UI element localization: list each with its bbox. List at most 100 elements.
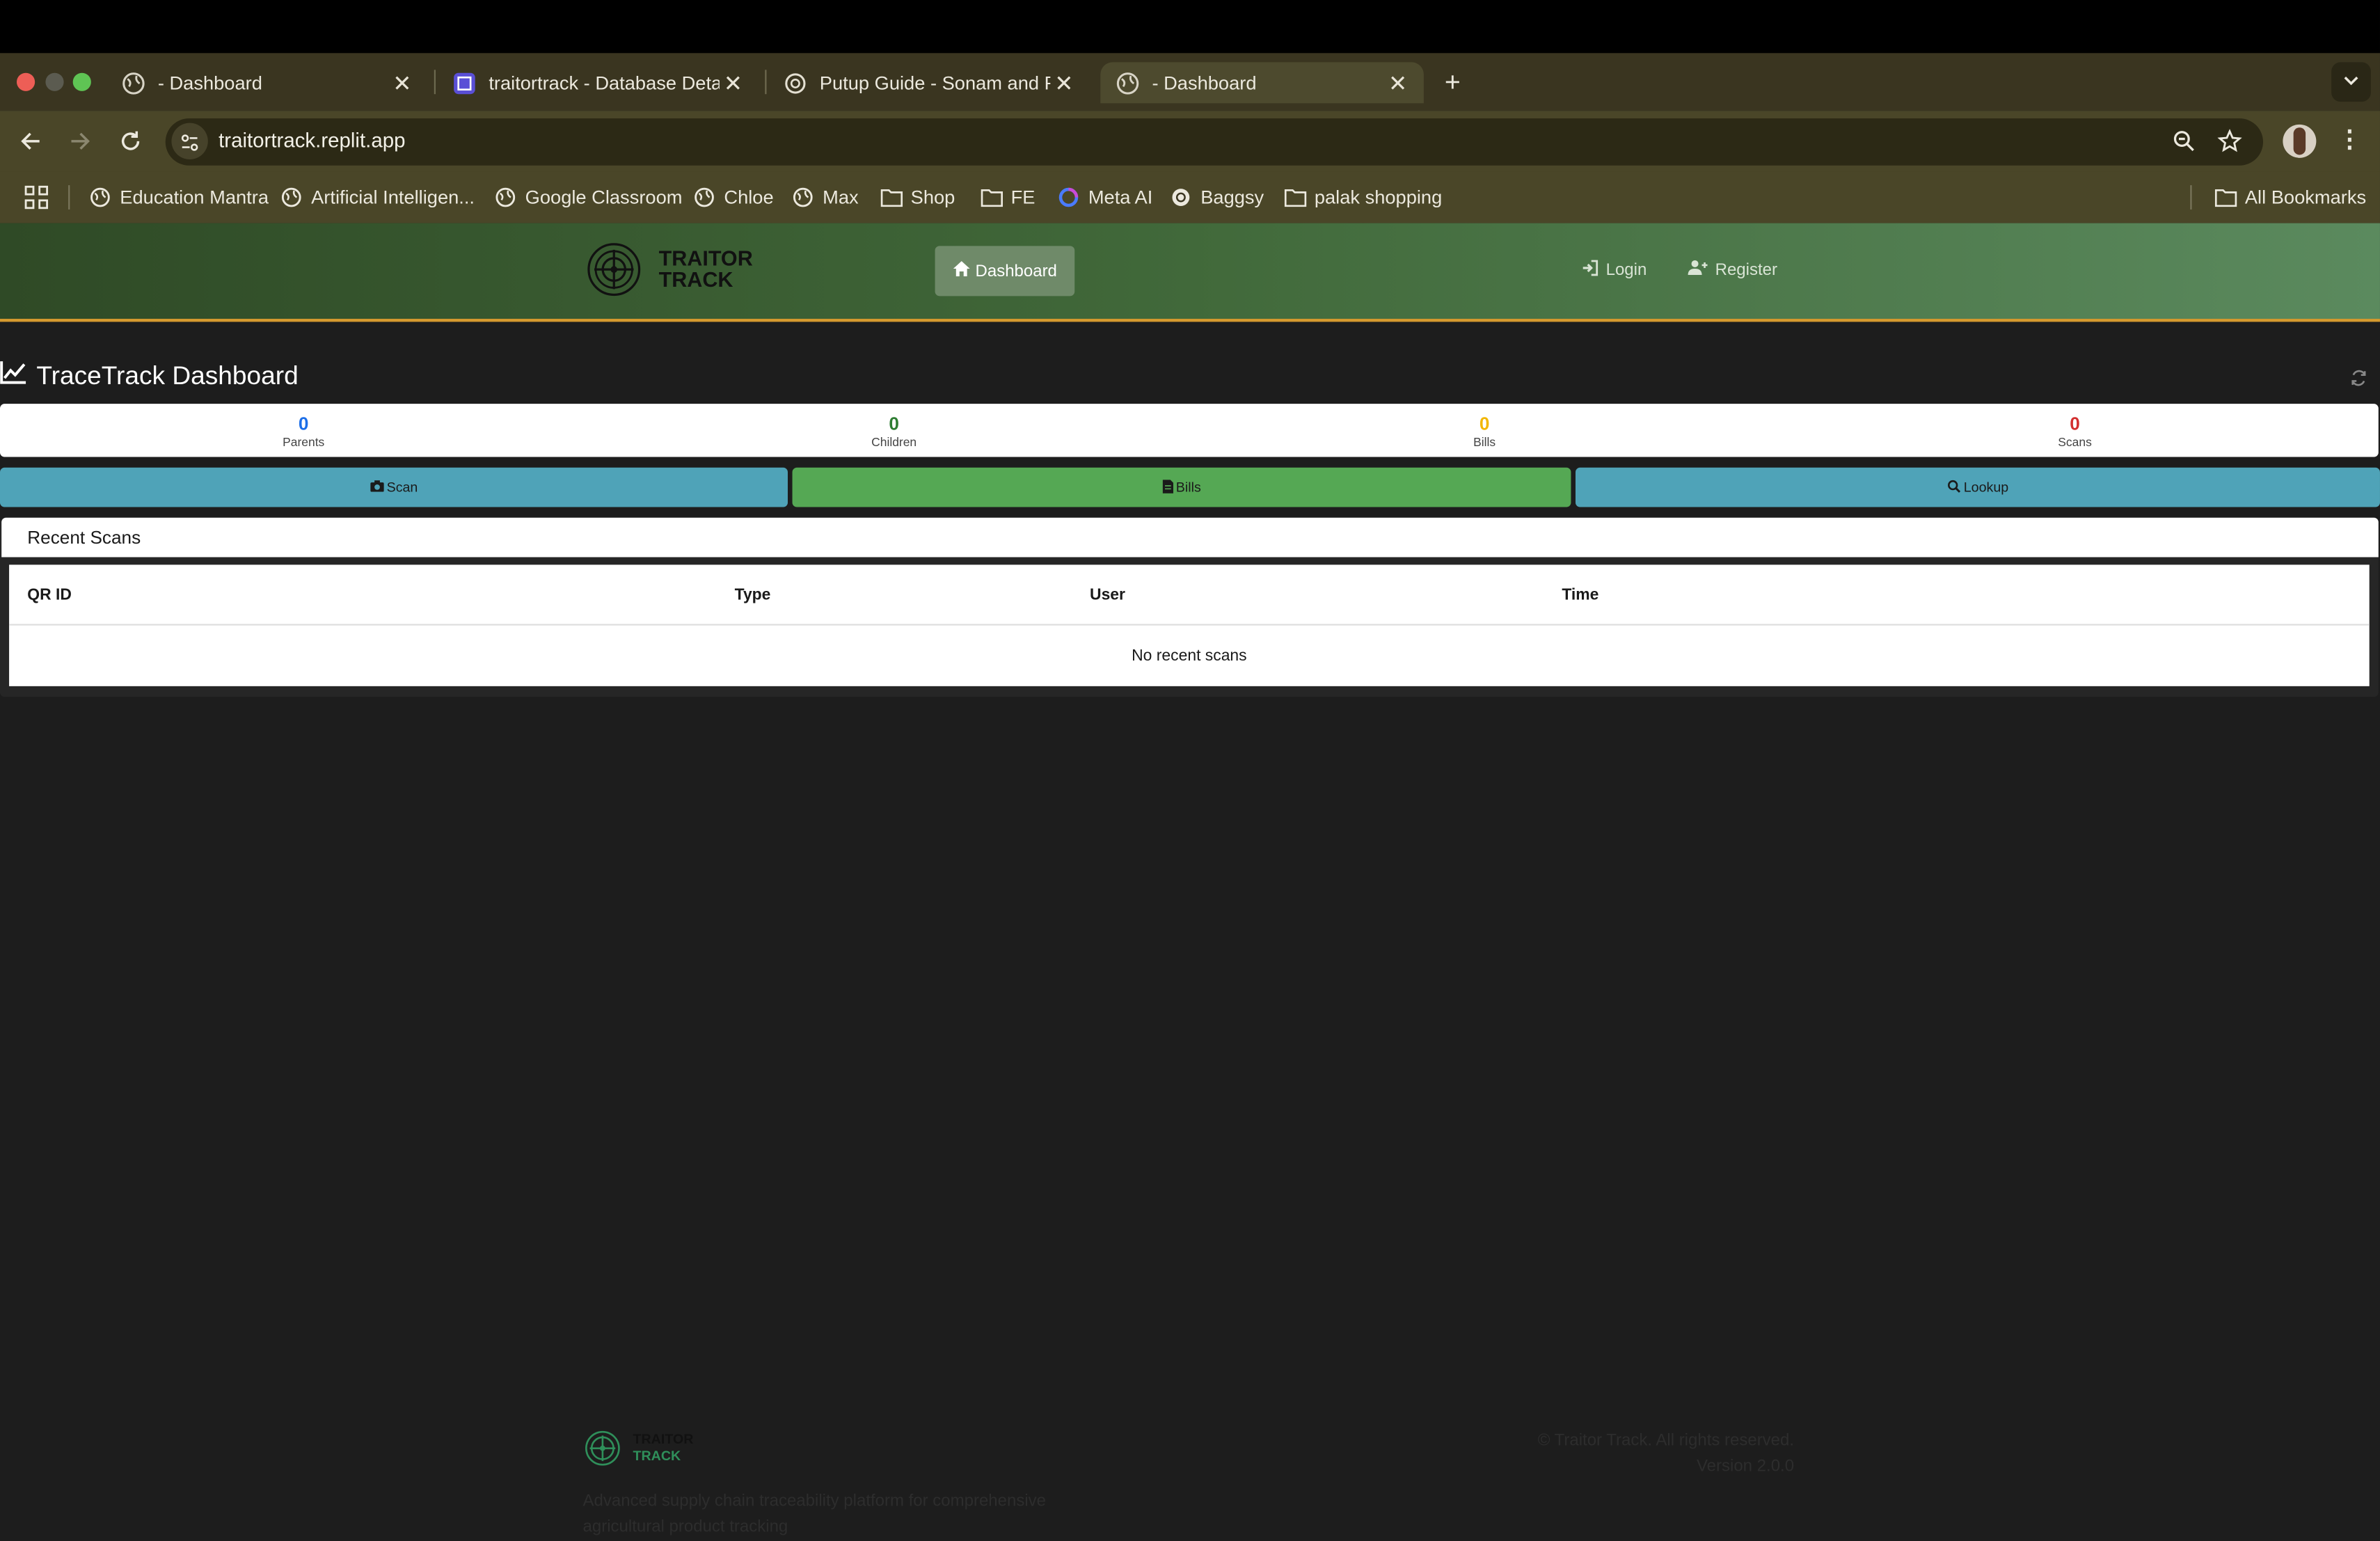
nav-label: Dashboard bbox=[975, 262, 1057, 280]
tab-divider bbox=[434, 70, 436, 95]
bookmark-baggsy[interactable]: Baggsy bbox=[1171, 184, 1264, 211]
button-label: Bills bbox=[1175, 480, 1201, 496]
zoom-icon[interactable] bbox=[2172, 129, 2196, 153]
nav-login-link[interactable]: Login bbox=[1582, 260, 1647, 281]
user-plus-icon bbox=[1688, 260, 1708, 281]
column-header-time[interactable]: Time bbox=[1562, 586, 1598, 604]
bookmark-label: Shop bbox=[910, 187, 955, 208]
browser-tab-4-active[interactable]: - Dashboard ✕ bbox=[1100, 62, 1424, 104]
bookmark-artificial-intelligence[interactable]: Artificial Intelligen... bbox=[281, 184, 475, 211]
brand-line-1: TRAITOR bbox=[658, 246, 753, 271]
folder-icon bbox=[2214, 187, 2237, 208]
tab-search-button[interactable] bbox=[2331, 62, 2371, 102]
tab-divider bbox=[765, 70, 767, 95]
site-info-button[interactable] bbox=[171, 123, 208, 160]
forward-button[interactable] bbox=[68, 129, 93, 153]
footer-brand-line-1: TRAITOR bbox=[633, 1431, 694, 1447]
bookmark-star-icon[interactable] bbox=[2217, 129, 2242, 153]
nav-register-link[interactable]: Register bbox=[1688, 260, 1777, 281]
folder-icon bbox=[880, 187, 903, 208]
page-title-text: TraceTrack Dashboard bbox=[36, 361, 299, 390]
bookmark-chloe[interactable]: Chloe bbox=[694, 184, 774, 211]
footer-brand: TRAITOR TRACK bbox=[633, 1432, 694, 1465]
browser-tab-3[interactable]: Putup Guide - Sonam and Rhea ✕ bbox=[768, 62, 1090, 103]
bookmark-folder-palak-shopping[interactable]: palak shopping bbox=[1284, 184, 1442, 211]
apps-grid-icon[interactable] bbox=[24, 185, 49, 210]
replit-db-icon bbox=[452, 70, 477, 95]
close-window-button[interactable] bbox=[16, 72, 35, 91]
fullscreen-window-button[interactable] bbox=[72, 72, 91, 91]
browser-tab-1[interactable]: - Dashboard ✕ bbox=[106, 62, 428, 103]
nav-label: Register bbox=[1715, 261, 1777, 280]
all-bookmarks-button[interactable]: All Bookmarks bbox=[2214, 184, 2366, 211]
close-tab-icon[interactable]: ✕ bbox=[388, 69, 415, 96]
close-tab-icon[interactable]: ✕ bbox=[720, 69, 747, 96]
globe-icon bbox=[1116, 70, 1140, 95]
footer-description: Advanced supply chain traceability platf… bbox=[582, 1492, 1047, 1537]
close-tab-icon[interactable]: ✕ bbox=[1384, 69, 1411, 96]
footer-logo-icon bbox=[585, 1430, 621, 1467]
minimize-window-button[interactable] bbox=[45, 72, 64, 91]
stat-children: 0 Children bbox=[803, 413, 985, 451]
stat-label: Bills bbox=[1473, 435, 1496, 450]
bookmark-meta-ai[interactable]: Meta AI bbox=[1058, 184, 1152, 211]
globe-icon bbox=[121, 70, 145, 95]
bookmark-folder-shop[interactable]: Shop bbox=[880, 184, 955, 211]
profile-avatar[interactable] bbox=[2283, 124, 2317, 158]
chart-line-icon bbox=[0, 360, 27, 392]
scan-button[interactable]: Scan bbox=[0, 467, 788, 507]
globe-icon bbox=[495, 187, 516, 208]
bookmark-divider bbox=[2190, 185, 2192, 210]
camera-icon bbox=[370, 480, 384, 495]
bills-button[interactable]: Bills bbox=[792, 467, 1571, 507]
search-icon bbox=[1947, 479, 1961, 496]
bookmark-label: FE bbox=[1010, 187, 1036, 208]
sign-in-icon bbox=[1582, 260, 1598, 281]
bookmark-education-mantra[interactable]: Education Mantra bbox=[90, 184, 269, 211]
stat-parents: 0 Parents bbox=[212, 413, 395, 451]
bookmark-label: Meta AI bbox=[1088, 187, 1153, 208]
bookmark-label: Education Mantra bbox=[120, 187, 269, 208]
close-tab-icon[interactable]: ✕ bbox=[1050, 69, 1077, 96]
stat-bills: 0 Bills bbox=[1393, 413, 1576, 451]
refresh-icon[interactable] bbox=[2349, 368, 2367, 386]
brand-name[interactable]: TRAITOR TRACK bbox=[659, 248, 753, 290]
back-button[interactable] bbox=[18, 129, 42, 153]
meta-ai-icon bbox=[1058, 187, 1079, 208]
reload-button[interactable] bbox=[118, 129, 143, 153]
new-tab-button[interactable]: + bbox=[1439, 68, 1466, 95]
bookmark-google-classroom[interactable]: Google Classroom bbox=[495, 184, 682, 211]
stat-value: 0 bbox=[2070, 413, 2080, 434]
browser-tab-2[interactable]: traitortrack - Database Details ✕ bbox=[437, 62, 759, 103]
lookup-button[interactable]: Lookup bbox=[1575, 467, 2380, 507]
folder-icon bbox=[1284, 187, 1307, 208]
bookmark-label: Baggsy bbox=[1200, 187, 1264, 208]
column-header-user[interactable]: User bbox=[1090, 586, 1125, 604]
column-header-qr-id[interactable]: QR ID bbox=[27, 586, 72, 604]
stat-label: Parents bbox=[283, 435, 325, 450]
browser-menu-button[interactable]: ⋮ bbox=[2338, 127, 2362, 155]
tab-title: - Dashboard bbox=[157, 72, 262, 94]
bookmark-label: palak shopping bbox=[1314, 187, 1443, 208]
openai-icon bbox=[783, 70, 807, 95]
brand-line-2: TRACK bbox=[658, 267, 733, 292]
globe-icon bbox=[694, 187, 715, 208]
stat-value: 0 bbox=[298, 413, 309, 434]
url-text[interactable]: traitortrack.replit.app bbox=[219, 129, 405, 152]
address-bar[interactable] bbox=[165, 118, 2264, 166]
stat-value: 0 bbox=[889, 413, 899, 434]
folder-icon bbox=[981, 187, 1003, 208]
bookmark-divider bbox=[68, 185, 70, 210]
tab-title: traitortrack - Database Details bbox=[489, 72, 720, 94]
bookmark-label: Chloe bbox=[724, 187, 774, 208]
bookmark-max[interactable]: Max bbox=[793, 184, 859, 211]
nav-dashboard-link[interactable]: Dashboard bbox=[935, 246, 1075, 297]
file-invoice-icon bbox=[1162, 479, 1173, 496]
traitor-track-logo-icon[interactable] bbox=[586, 242, 642, 298]
bookmark-folder-fe[interactable]: FE bbox=[981, 184, 1035, 211]
button-label: Scan bbox=[386, 480, 418, 496]
stat-label: Children bbox=[871, 435, 917, 450]
column-header-type[interactable]: Type bbox=[735, 586, 771, 604]
version-text: Version 2.0.0 bbox=[1696, 1457, 1795, 1476]
button-label: Lookup bbox=[1963, 480, 2009, 496]
